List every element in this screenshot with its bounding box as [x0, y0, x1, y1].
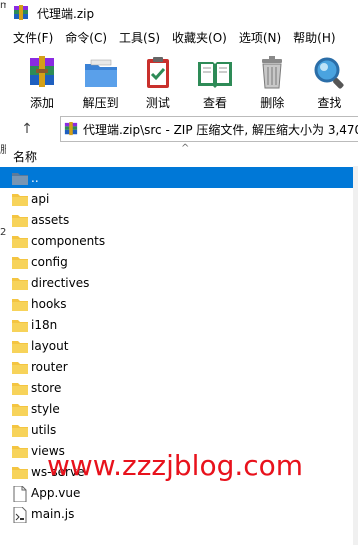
- folder-icon: [12, 360, 28, 374]
- menu-bar: 文件(F) 命令(C) 工具(S) 收藏夹(O) 选项(N) 帮助(H): [0, 27, 358, 48]
- folder-icon: [12, 465, 28, 479]
- find-label: 查找: [317, 96, 342, 110]
- window-title: 代理端.zip: [37, 6, 95, 21]
- folder-icon: [12, 381, 28, 395]
- delete-label: 删除: [260, 96, 285, 110]
- list-item-label: hooks: [31, 296, 67, 311]
- sort-indicator-icon: ^: [181, 143, 190, 154]
- list-item[interactable]: main.js: [0, 503, 358, 524]
- folder-icon: [12, 402, 28, 416]
- find-button[interactable]: 查找: [301, 50, 358, 111]
- path-text: 代理端.zip\src - ZIP 压缩文件, 解压缩大小为 3,470: [83, 122, 358, 137]
- view-button[interactable]: 查看: [186, 50, 243, 111]
- view-label: 查看: [203, 96, 228, 110]
- list-item-label: router: [31, 359, 68, 374]
- folder-icon: [12, 192, 28, 206]
- background-window-glyph: 服: [0, 145, 6, 156]
- archive-path-icon: [64, 122, 78, 136]
- path-field[interactable]: 代理端.zip\src - ZIP 压缩文件, 解压缩大小为 3,470: [60, 116, 358, 142]
- folder-icon: [12, 213, 28, 227]
- list-item-label: assets: [31, 212, 70, 227]
- list-item-label: config: [31, 254, 68, 269]
- list-item[interactable]: i18n: [0, 314, 358, 335]
- list-item[interactable]: hooks: [0, 293, 358, 314]
- list-item-label: directives: [31, 275, 90, 290]
- file-icon: [12, 485, 28, 502]
- delete-button[interactable]: 删除: [244, 50, 301, 111]
- list-item[interactable]: App.vue: [0, 482, 358, 503]
- column-header: 名称 ^: [0, 143, 358, 168]
- list-item-label: components: [31, 233, 106, 248]
- parent-folder-icon: [12, 171, 28, 185]
- folder-icon: [12, 339, 28, 353]
- delete-trash-icon: [262, 56, 283, 89]
- scrollbar[interactable]: [353, 166, 358, 545]
- toolbar: 添加 解压到 测试 查看 删除 查找: [0, 50, 358, 112]
- list-item-label: main.js: [31, 506, 75, 521]
- parent-folder-row[interactable]: ..: [0, 167, 358, 188]
- list-item[interactable]: components: [0, 230, 358, 251]
- list-item[interactable]: config: [0, 251, 358, 272]
- menu-options[interactable]: 选项(N): [233, 29, 287, 46]
- folder-icon: [12, 297, 28, 311]
- title-bar: 代理端.zip: [0, 0, 358, 26]
- folder-icon: [12, 255, 28, 269]
- menu-file[interactable]: 文件(F): [0, 29, 59, 46]
- menu-help[interactable]: 帮助(H): [287, 29, 341, 46]
- add-button[interactable]: 添加: [12, 50, 72, 111]
- list-item[interactable]: router: [0, 356, 358, 377]
- menu-tools[interactable]: 工具(S): [113, 29, 166, 46]
- add-label: 添加: [30, 96, 55, 110]
- script-file-icon: [12, 506, 28, 523]
- up-level-button[interactable]: ↑: [12, 115, 42, 143]
- test-label: 测试: [145, 96, 170, 110]
- test-button[interactable]: 测试: [129, 50, 186, 111]
- winrar-app-icon: [13, 5, 29, 21]
- background-window-glyph: 2: [0, 227, 6, 238]
- folder-icon: [12, 423, 28, 437]
- list-item-label: ..: [31, 170, 39, 185]
- watermark-text: www.zzzjblog.com: [47, 449, 304, 482]
- list-item[interactable]: store: [0, 377, 358, 398]
- address-bar: ↑ 代理端.zip\src - ZIP 压缩文件, 解压缩大小为 3,470: [0, 115, 358, 143]
- column-name-header[interactable]: 名称: [13, 148, 37, 165]
- list-item-label: utils: [31, 422, 57, 437]
- folder-icon: [12, 276, 28, 290]
- find-magnifier-icon: [314, 57, 344, 89]
- menu-favorites[interactable]: 收藏夹(O): [166, 29, 233, 46]
- list-item[interactable]: utils: [0, 419, 358, 440]
- list-item-label: api: [31, 191, 50, 206]
- test-icon: [146, 57, 169, 88]
- list-item[interactable]: directives: [0, 272, 358, 293]
- add-archive-icon: [30, 56, 55, 87]
- list-item[interactable]: api: [0, 188, 358, 209]
- list-item[interactable]: layout: [0, 335, 358, 356]
- extract-to-button[interactable]: 解压到: [72, 50, 129, 111]
- list-item-label: App.vue: [31, 485, 81, 500]
- folder-icon: [12, 318, 28, 332]
- list-item-label: layout: [31, 338, 69, 353]
- list-item-label: i18n: [31, 317, 58, 332]
- list-item-label: style: [31, 401, 60, 416]
- extract-to-label: 解压到: [82, 96, 119, 110]
- folder-icon: [12, 444, 28, 458]
- menu-command[interactable]: 命令(C): [59, 29, 113, 46]
- view-book-icon: [198, 62, 233, 88]
- background-window-glyph: m: [0, 0, 6, 11]
- list-item[interactable]: style: [0, 398, 358, 419]
- list-item-label: store: [31, 380, 62, 395]
- folder-icon: [12, 234, 28, 248]
- extract-to-icon: [84, 59, 117, 87]
- list-item[interactable]: assets: [0, 209, 358, 230]
